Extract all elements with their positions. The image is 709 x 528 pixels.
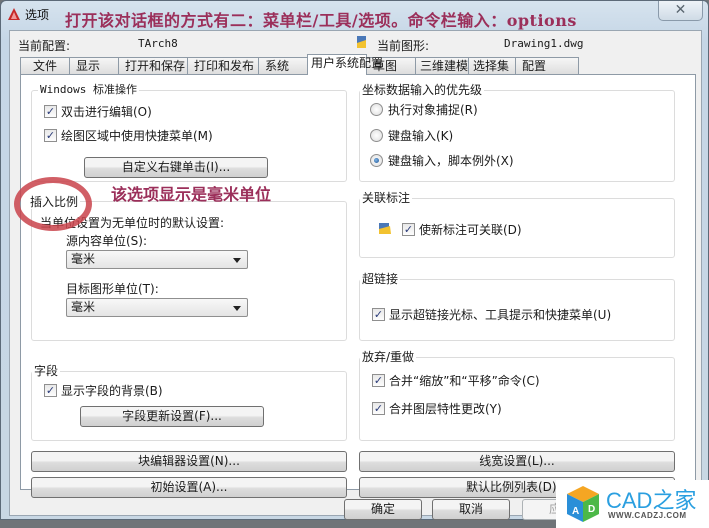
insert-scale-description: 当单位设置为无单位时的默认设置: bbox=[40, 216, 225, 230]
dialog-client: 当前配置: TArch8 当前图形: Drawing1.dwg 文件 显示 打开… bbox=[9, 30, 702, 520]
right-click-customization-button[interactable]: 自定义右键单击(I)... bbox=[84, 157, 268, 178]
radio-button-icon bbox=[370, 103, 383, 116]
initial-setup-button[interactable]: 初始设置(A)... bbox=[31, 477, 347, 498]
radio-object-snap[interactable]: 执行对象捕捉(R) bbox=[370, 101, 478, 118]
insert-scale-group: 插入比例 当单位设置为无单位时的默认设置: 源内容单位(S): 毫米 目标图形单… bbox=[28, 195, 347, 341]
checkbox-check-icon: ✓ bbox=[402, 223, 415, 236]
radio-keyboard-entry[interactable]: 键盘输入(K) bbox=[370, 127, 453, 144]
shortcut-menu-checkbox[interactable]: ✓ 绘图区域中使用快捷菜单(M) bbox=[44, 127, 213, 144]
block-editor-settings-button[interactable]: 块编辑器设置(N)... bbox=[31, 451, 347, 472]
watermark-url: WWW.CADZJ.COM bbox=[608, 511, 687, 520]
make-dims-associative-checkbox[interactable]: ✓ 使新标注可关联(D) bbox=[402, 221, 522, 238]
checkbox-check-icon: ✓ bbox=[372, 308, 385, 321]
hyperlink-title: 超链接 bbox=[360, 272, 401, 286]
source-units-value: 毫米 bbox=[71, 252, 96, 266]
hyperlink-group: 超链接 ✓ 显示超链接光标、工具提示和快捷菜单(U) bbox=[359, 272, 675, 341]
radio-object-snap-label: 执行对象捕捉(R) bbox=[388, 103, 478, 117]
source-units-label: 源内容单位(S): bbox=[66, 234, 148, 248]
associative-dim-group: 关联标注 ✓ 使新标注可关联(D) bbox=[359, 191, 675, 258]
tab-selection[interactable]: 选择集 bbox=[468, 57, 516, 75]
combine-layer-changes-label: 合并图层特性更改(Y) bbox=[389, 402, 502, 416]
undo-redo-group: 放弃/重做 ✓ 合并“缩放”和“平移”命令(C) ✓ 合并图层特性更改(Y) bbox=[359, 350, 675, 441]
show-hyperlink-label: 显示超链接光标、工具提示和快捷菜单(U) bbox=[389, 308, 612, 322]
title-bar: 选项 打开该对话框的方式有二：菜单栏/工具/选项。命令栏输入：options ✕ bbox=[1, 1, 708, 31]
lineweight-settings-button[interactable]: 线宽设置(L)... bbox=[359, 451, 675, 472]
ok-button[interactable]: 确定 bbox=[344, 499, 422, 520]
tab-system[interactable]: 系统 bbox=[258, 57, 308, 75]
autocad-app-icon bbox=[8, 8, 20, 20]
double-click-edit-label: 双击进行编辑(O) bbox=[61, 105, 152, 119]
tab-plot-publish[interactable]: 打印和发布 bbox=[187, 57, 259, 75]
close-icon: ✕ bbox=[674, 2, 687, 18]
source-units-select[interactable]: 毫米 bbox=[66, 250, 248, 269]
associative-dim-icon bbox=[379, 223, 391, 234]
fields-group: 字段 ✓ 显示字段的背景(B) 字段更新设置(F)... bbox=[31, 364, 347, 441]
undo-redo-title: 放弃/重做 bbox=[360, 350, 417, 364]
user-preferences-panel: Windows 标准操作 ✓ 双击进行编辑(O) ✓ 绘图区域中使用快捷菜单(M… bbox=[20, 74, 696, 498]
annotation-open-method: 打开该对话框的方式有二：菜单栏/工具/选项。命令栏输入：options bbox=[65, 11, 577, 30]
radio-keyboard-except-scripts-label: 键盘输入，脚本例外(X) bbox=[388, 154, 514, 168]
associative-dim-title: 关联标注 bbox=[360, 191, 413, 205]
target-units-select[interactable]: 毫米 bbox=[66, 298, 248, 317]
radio-keyboard-except-scripts[interactable]: 键盘输入，脚本例外(X) bbox=[370, 152, 514, 169]
current-drawing-value: Drawing1.dwg bbox=[504, 37, 584, 50]
options-dialog: 选项 打开该对话框的方式有二：菜单栏/工具/选项。命令栏输入：options ✕… bbox=[0, 0, 709, 520]
cadzj-watermark: A D CAD之家 WWW.CADZJ.COM bbox=[556, 480, 709, 528]
checkbox-check-icon: ✓ bbox=[44, 384, 57, 397]
tab-display[interactable]: 显示 bbox=[69, 57, 119, 75]
annotation-millimeter-units: 该选项显示是毫米单位 bbox=[111, 185, 272, 204]
drawing-file-icon bbox=[357, 36, 366, 48]
insert-scale-title: 插入比例 bbox=[28, 195, 81, 209]
coord-priority-group: 坐标数据输入的优先级 执行对象捕捉(R) 键盘输入(K) 键盘输入，脚本例外(X… bbox=[359, 83, 675, 182]
windows-standard-title: Windows 标准操作 bbox=[38, 83, 139, 97]
fields-title: 字段 bbox=[32, 364, 61, 378]
make-dims-associative-label: 使新标注可关联(D) bbox=[419, 223, 522, 237]
dropdown-arrow-icon bbox=[233, 306, 241, 311]
checkbox-check-icon: ✓ bbox=[44, 105, 57, 118]
cancel-button[interactable]: 取消 bbox=[432, 499, 510, 520]
show-field-background-checkbox[interactable]: ✓ 显示字段的背景(B) bbox=[44, 382, 163, 399]
tab-3d-modeling[interactable]: 三维建模 bbox=[415, 57, 469, 75]
tab-open-save[interactable]: 打开和保存 bbox=[118, 57, 188, 75]
target-units-value: 毫米 bbox=[71, 300, 96, 314]
radio-keyboard-entry-label: 键盘输入(K) bbox=[388, 129, 454, 143]
svg-text:D: D bbox=[588, 504, 595, 515]
checkbox-check-icon: ✓ bbox=[44, 129, 57, 142]
tab-profiles[interactable]: 配置 bbox=[515, 57, 579, 75]
checkbox-check-icon: ✓ bbox=[372, 374, 385, 387]
shortcut-menu-label: 绘图区域中使用快捷菜单(M) bbox=[61, 129, 213, 143]
current-profile-value: TArch8 bbox=[138, 37, 178, 50]
target-units-label: 目标图形单位(T): bbox=[66, 282, 159, 296]
window-title: 选项 bbox=[25, 8, 50, 22]
svg-text:A: A bbox=[572, 506, 579, 517]
double-click-edit-checkbox[interactable]: ✓ 双击进行编辑(O) bbox=[44, 103, 152, 120]
windows-standard-group: Windows 标准操作 ✓ 双击进行编辑(O) ✓ 绘图区域中使用快捷菜单(M… bbox=[31, 83, 347, 182]
combine-layer-changes-checkbox[interactable]: ✓ 合并图层特性更改(Y) bbox=[372, 400, 502, 417]
tab-user-preferences[interactable]: 用户系统配置 bbox=[307, 54, 383, 75]
current-drawing-label: 当前图形: bbox=[377, 39, 430, 53]
cad-cube-logo-icon: A D bbox=[567, 486, 599, 522]
close-button[interactable]: ✕ bbox=[658, 1, 703, 21]
tab-files[interactable]: 文件 bbox=[20, 57, 70, 75]
radio-button-icon bbox=[370, 129, 383, 142]
checkbox-check-icon: ✓ bbox=[372, 402, 385, 415]
show-field-background-label: 显示字段的背景(B) bbox=[61, 384, 163, 398]
current-profile-label: 当前配置: bbox=[18, 39, 71, 53]
tab-bar: 文件 显示 打开和保存 打印和发布 系统 用户系统配置 草图 三维建模 选择集 … bbox=[20, 54, 579, 75]
show-hyperlink-checkbox[interactable]: ✓ 显示超链接光标、工具提示和快捷菜单(U) bbox=[372, 306, 611, 323]
combine-zoom-pan-label: 合并“缩放”和“平移”命令(C) bbox=[389, 374, 540, 388]
coord-priority-title: 坐标数据输入的优先级 bbox=[360, 83, 485, 97]
dropdown-arrow-icon bbox=[233, 258, 241, 263]
field-update-settings-button[interactable]: 字段更新设置(F)... bbox=[80, 406, 264, 427]
combine-zoom-pan-checkbox[interactable]: ✓ 合并“缩放”和“平移”命令(C) bbox=[372, 372, 540, 389]
radio-button-selected-icon bbox=[370, 154, 383, 167]
